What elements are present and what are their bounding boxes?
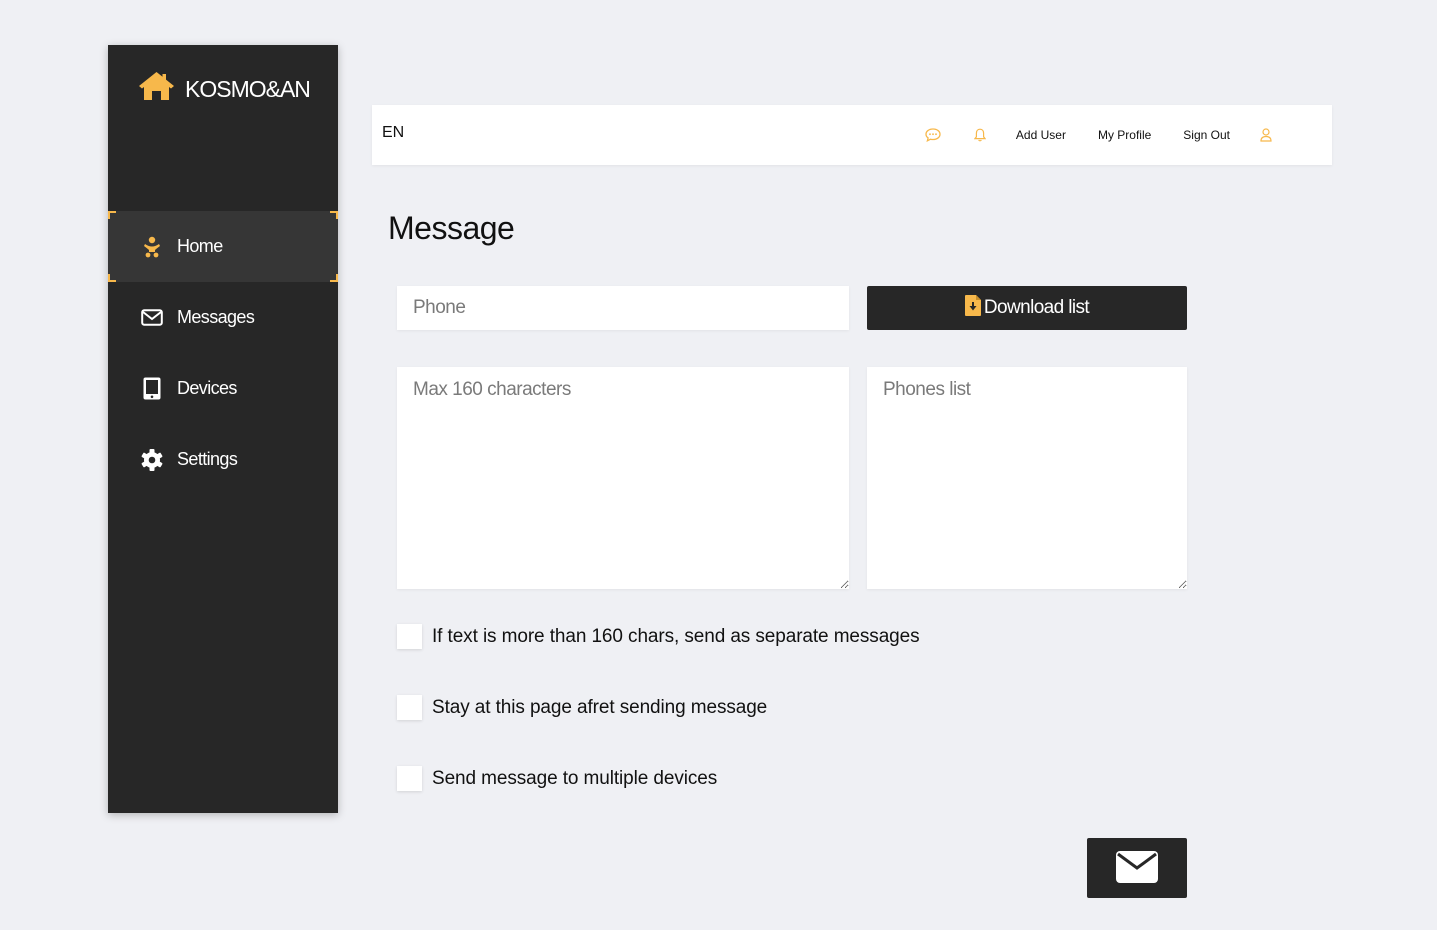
envelope-icon [1116, 850, 1158, 886]
top-nav: Add User My Profile Sign Out [923, 105, 1332, 165]
checkbox-label: If text is more than 160 chars, send as … [432, 625, 920, 647]
multiple-devices-checkbox[interactable] [397, 766, 422, 791]
send-message-button[interactable] [1087, 838, 1187, 898]
active-corner [330, 211, 338, 219]
gear-icon [141, 448, 163, 471]
tablet-icon [141, 377, 163, 400]
brand-name: KOSMO&AN [185, 75, 311, 102]
message-textarea[interactable] [397, 367, 849, 589]
envelope-icon [141, 307, 163, 329]
language-selector[interactable]: EN [382, 124, 404, 142]
file-download-icon [964, 294, 984, 322]
checkbox-label: Send message to multiple devices [432, 767, 718, 789]
split-messages-checkbox[interactable] [397, 624, 422, 649]
sidebar-item-label: Settings [177, 449, 238, 469]
checkbox-row-stay: Stay at this page afret sending message [397, 695, 767, 720]
active-corner [108, 211, 116, 219]
sign-out-link[interactable]: Sign Out [1183, 128, 1230, 142]
user-icon[interactable] [1256, 125, 1276, 145]
download-list-label: Download list [983, 297, 1090, 318]
active-corner [330, 274, 338, 282]
phones-list-textarea[interactable] [867, 367, 1187, 589]
download-list-button[interactable]: Download list [867, 286, 1187, 330]
my-profile-link[interactable]: My Profile [1098, 128, 1151, 142]
checkbox-row-multiple: Send message to multiple devices [397, 766, 717, 791]
sidebar: KOSMO&AN Home Messages Devices Settings [108, 45, 338, 813]
stay-on-page-checkbox[interactable] [397, 695, 422, 720]
sidebar-nav: Home Messages Devices Settings [108, 211, 338, 495]
add-user-link[interactable]: Add User [1016, 128, 1066, 142]
sidebar-item-home[interactable]: Home [108, 211, 338, 282]
page-title: Message [388, 210, 515, 246]
bell-icon[interactable] [970, 125, 990, 145]
home-icon [138, 71, 185, 107]
chat-icon[interactable] [923, 125, 943, 145]
sidebar-item-devices[interactable]: Devices [108, 353, 338, 424]
checkbox-row-split: If text is more than 160 chars, send as … [397, 624, 920, 649]
baby-icon [141, 236, 163, 258]
checkbox-label: Stay at this page afret sending message [432, 696, 768, 718]
sidebar-item-label: Home [177, 236, 223, 256]
active-corner [108, 274, 116, 282]
top-bar: EN Add User My Profile Sign Out [372, 105, 1332, 165]
sidebar-item-label: Messages [177, 307, 255, 327]
sidebar-item-settings[interactable]: Settings [108, 424, 338, 495]
sidebar-item-messages[interactable]: Messages [108, 282, 338, 353]
phone-input[interactable] [397, 286, 849, 330]
sidebar-item-label: Devices [177, 378, 237, 398]
brand-logo[interactable]: KOSMO&AN [138, 71, 311, 107]
